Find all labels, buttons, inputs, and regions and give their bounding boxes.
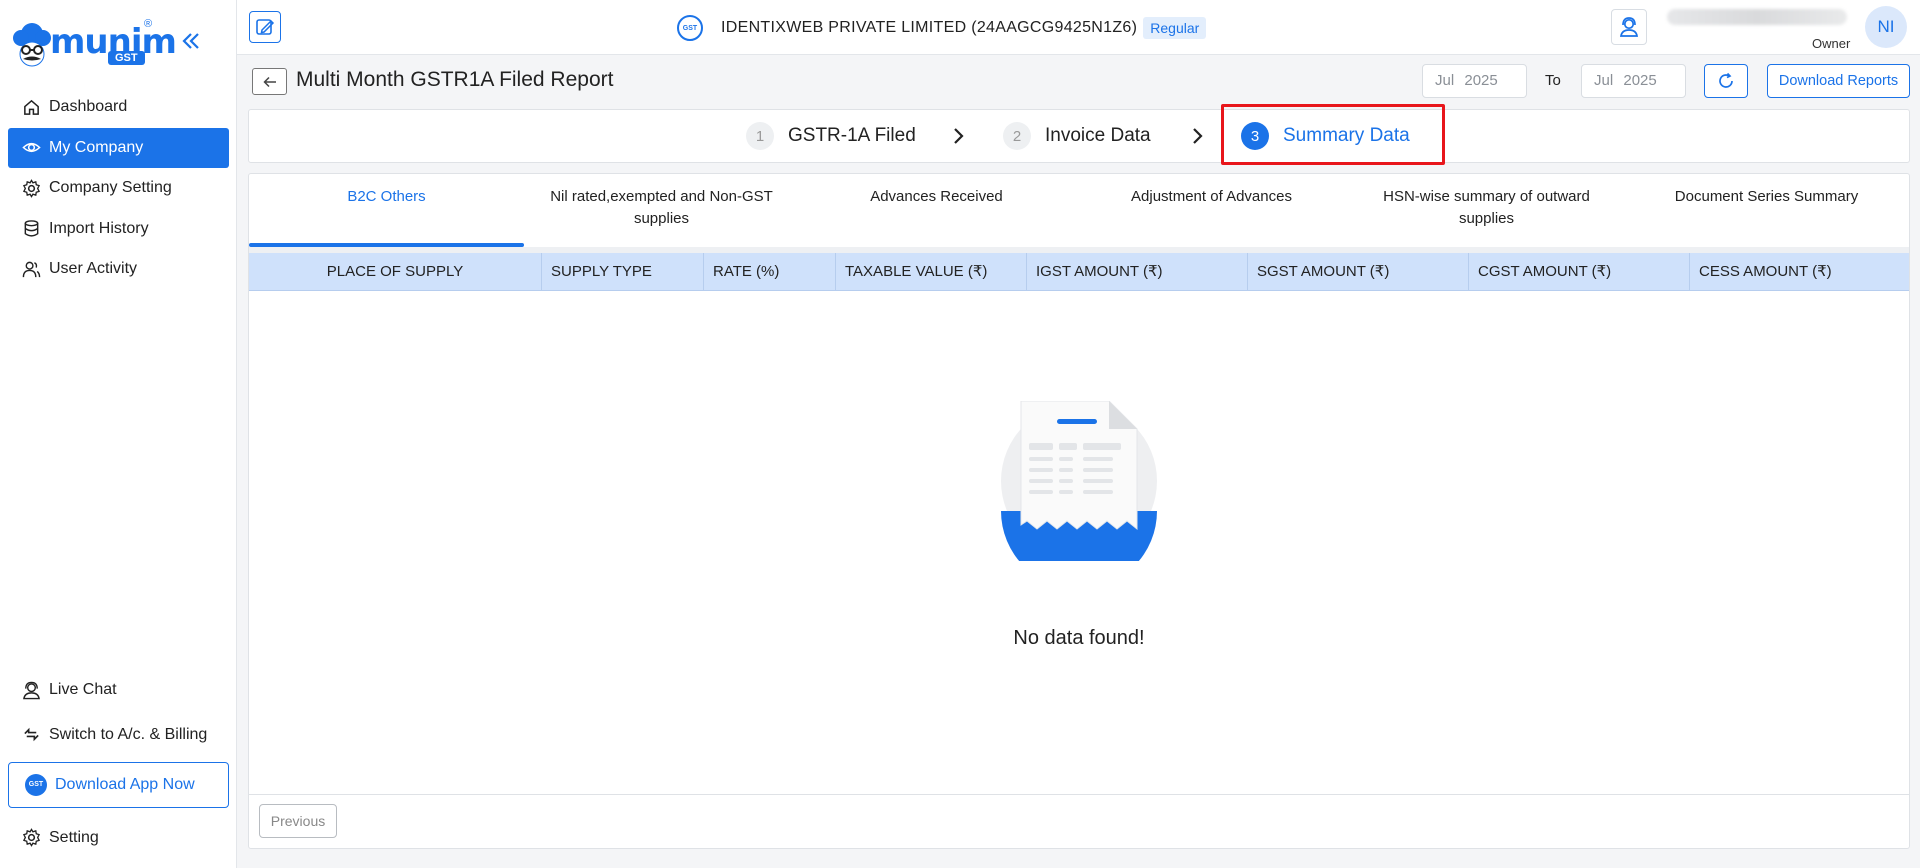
empty-state: No data found!	[249, 291, 1909, 791]
footer-divider	[249, 794, 1909, 795]
sidebar-item-my-company[interactable]: My Company	[8, 127, 229, 168]
to-month-picker[interactable]: Jul 2025	[1581, 64, 1686, 98]
column-header: RATE (%)	[704, 253, 836, 291]
step-number: 2	[1003, 122, 1031, 150]
to-year: 2025	[1623, 72, 1657, 89]
edit-note-icon	[256, 19, 275, 35]
sidebar-item-label: Import History	[49, 219, 149, 237]
step-number: 1	[746, 122, 774, 150]
sidebar-bottom: Live Chat Switch to A/c. & Billing GST D…	[8, 668, 229, 860]
step-label: GSTR-1A Filed	[788, 125, 916, 146]
double-chevron-left-icon	[182, 33, 199, 49]
step-label: Summary Data	[1283, 125, 1410, 146]
sidebar-item-company-setting[interactable]: Company Setting	[8, 168, 229, 208]
munim-gst-logo[interactable]: munim GST ®	[12, 18, 177, 70]
switch-billing-label: Switch to A/c. & Billing	[49, 725, 208, 743]
sidebar-item-dashboard[interactable]: Dashboard	[8, 87, 229, 127]
step-label: Invoice Data	[1045, 125, 1151, 146]
switch-arrows-icon	[24, 727, 39, 742]
gear-icon	[22, 178, 41, 198]
summary-tabs: B2C Others Nil rated,exempted and Non-GS…	[249, 174, 1909, 247]
support-agent-icon	[1619, 17, 1639, 37]
mascot-icon	[13, 23, 51, 67]
tab-advances-received[interactable]: Advances Received	[799, 174, 1074, 247]
sidebar-item-label: Dashboard	[49, 98, 128, 115]
column-header: SGST AMOUNT (₹)	[1248, 253, 1469, 291]
previous-page-button[interactable]: Previous	[259, 804, 337, 838]
eye-icon	[22, 142, 41, 153]
live-chat-label: Live Chat	[49, 681, 117, 698]
gst-logo-icon: GST	[677, 15, 703, 41]
gear-icon	[22, 828, 41, 847]
user-role: Owner	[1812, 36, 1851, 51]
report-stepper: 1 GSTR-1A Filed 2 Invoice Data 3 Summary…	[248, 109, 1910, 163]
sidebar-item-label: Company Setting	[49, 179, 172, 196]
back-button[interactable]	[252, 68, 287, 95]
column-header: CGST AMOUNT (₹)	[1469, 253, 1690, 291]
summary-panel: B2C Others Nil rated,exempted and Non-GS…	[248, 173, 1910, 849]
step-summary-data[interactable]: 3 Summary Data	[1241, 120, 1410, 152]
column-header: SUPPLY TYPE	[542, 253, 704, 291]
refresh-button[interactable]	[1704, 64, 1748, 98]
sidebar-item-import-history[interactable]: Import History	[8, 209, 229, 249]
users-icon	[22, 261, 41, 277]
quick-note-button[interactable]	[249, 11, 281, 43]
sidebar-item-label: User Activity	[49, 260, 138, 277]
download-app-button[interactable]: GST Download App Now	[8, 761, 229, 808]
to-month: Jul	[1594, 72, 1614, 89]
tab-adjustment-of-advances[interactable]: Adjustment of Advances	[1074, 174, 1349, 247]
database-icon	[24, 220, 39, 237]
chevron-right-icon	[954, 128, 964, 144]
company-selector[interactable]: GST IDENTIXWEB PRIVATE LIMITED (24AAGCG9…	[677, 14, 1207, 42]
download-reports-button[interactable]: Download Reports	[1767, 64, 1910, 98]
company-type-badge: Regular	[1143, 17, 1207, 39]
switch-billing-link[interactable]: Switch to A/c. & Billing	[8, 713, 229, 757]
column-header: IGST AMOUNT (₹)	[1027, 253, 1248, 291]
avatar[interactable]: NI	[1865, 6, 1907, 48]
setting-link[interactable]: Setting	[8, 816, 229, 860]
tab-hsn-summary[interactable]: HSN-wise summary of outward supplies	[1349, 174, 1624, 247]
home-icon	[24, 99, 39, 115]
step-invoice-data[interactable]: 2 Invoice Data	[1003, 120, 1151, 152]
table-header: PLACE OF SUPPLY SUPPLY TYPE RATE (%) TAX…	[249, 253, 1909, 291]
brand-badge: GST	[108, 51, 145, 65]
tab-nil-rated[interactable]: Nil rated,exempted and Non-GST supplies	[524, 174, 799, 247]
column-header: TAXABLE VALUE (₹)	[836, 253, 1027, 291]
to-label: To	[1545, 72, 1561, 89]
column-header: PLACE OF SUPPLY	[249, 253, 542, 291]
top-header: GST IDENTIXWEB PRIVATE LIMITED (24AAGCG9…	[237, 0, 1920, 55]
tab-b2c-others[interactable]: B2C Others	[249, 174, 524, 247]
from-year: 2025	[1464, 72, 1498, 89]
download-app-label: Download App Now	[55, 775, 195, 793]
support-agent-icon	[23, 681, 40, 699]
step-number: 3	[1241, 122, 1269, 150]
column-header: CESS AMOUNT (₹)	[1699, 263, 1832, 280]
setting-label: Setting	[49, 828, 99, 846]
tab-document-series-summary[interactable]: Document Series Summary	[1624, 174, 1909, 247]
sidebar: munim GST ® Dashboard My Company Company…	[0, 0, 237, 868]
step-gstr1a-filed[interactable]: 1 GSTR-1A Filed	[746, 120, 916, 152]
user-name-redacted	[1667, 9, 1847, 25]
gst-app-icon: GST	[25, 773, 47, 796]
chevron-right-icon	[1193, 128, 1203, 144]
support-button[interactable]	[1611, 9, 1647, 45]
sidebar-nav: Dashboard My Company Company Setting Imp…	[8, 87, 229, 290]
company-name: IDENTIXWEB PRIVATE LIMITED (24AAGCG9425N…	[721, 19, 1138, 36]
no-data-message: No data found!	[1013, 627, 1145, 649]
brand-registered-mark: ®	[144, 18, 153, 30]
collapse-sidebar-button[interactable]	[180, 30, 204, 54]
sidebar-item-label: My Company	[49, 138, 144, 156]
arrow-left-icon	[262, 76, 276, 87]
sidebar-item-user-activity[interactable]: User Activity	[8, 249, 229, 289]
from-month: Jul	[1435, 72, 1455, 89]
page-title: Multi Month GSTR1A Filed Report	[296, 68, 614, 91]
refresh-icon	[1719, 72, 1733, 88]
empty-document-illustration	[1001, 401, 1157, 561]
live-chat-link[interactable]: Live Chat	[8, 668, 229, 712]
from-month-picker[interactable]: Jul 2025	[1422, 64, 1527, 98]
